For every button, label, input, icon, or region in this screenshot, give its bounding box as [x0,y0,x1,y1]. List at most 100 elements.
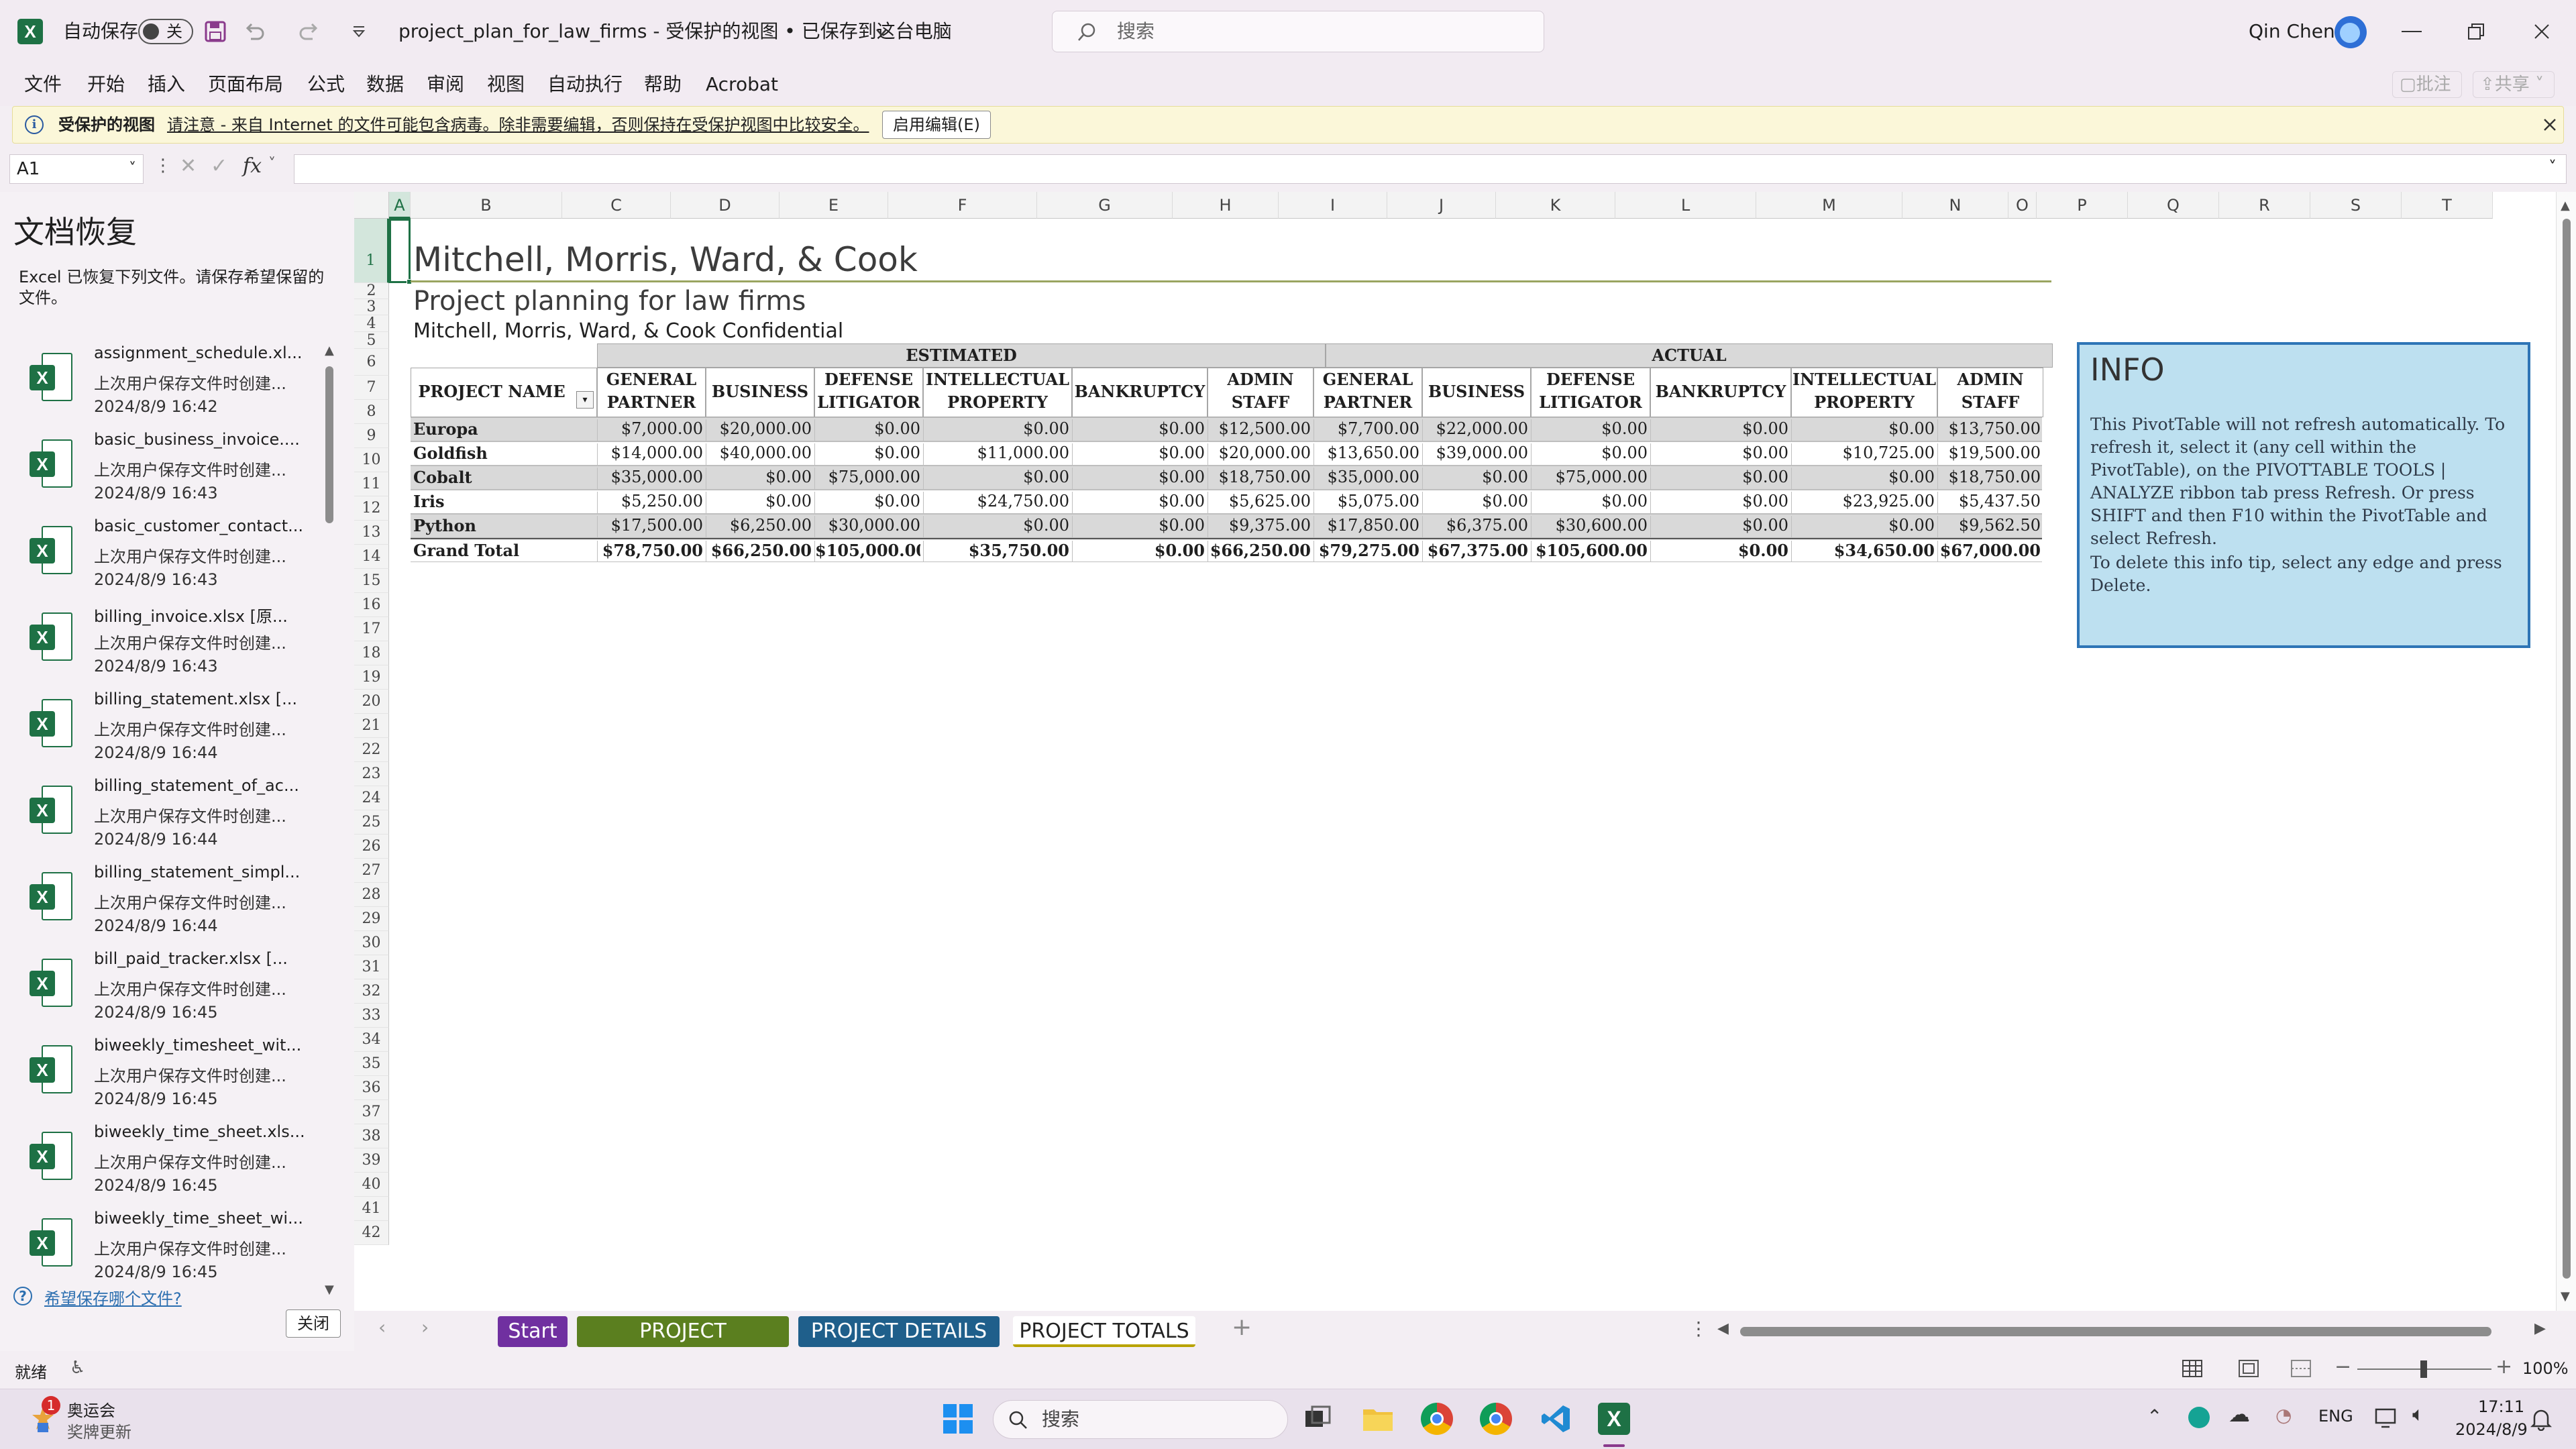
value-cell[interactable]: $0.00 [1072,419,1205,441]
autosave-toggle[interactable]: 关 [138,19,193,44]
row-header[interactable]: 21 [354,714,389,738]
row-header[interactable]: 13 [354,521,389,545]
enable-editing-button[interactable]: 启用编辑(E) [882,111,991,139]
value-cell[interactable]: $0.00 [1650,419,1788,441]
recovery-file-item[interactable]: X billing_statement.xlsx [... 上次用户保存文件时创… [0,687,322,773]
column-header[interactable]: E [780,192,888,219]
value-cell[interactable]: $12,500.00 [1208,419,1311,441]
zoom-slider[interactable] [2357,1360,2491,1378]
start-icon[interactable] [942,1403,974,1435]
value-cell[interactable]: $0.00 [1422,468,1528,489]
page-layout-icon[interactable] [2238,1359,2259,1378]
column-header[interactable]: H [1173,192,1279,219]
pivot-row[interactable]: Europa $7,000.00 $20,000.00 $0.00 $0.00 $0.00… [411,417,2042,441]
recovery-file-item[interactable]: X billing_invoice.xlsx [原... 上次用户保存文件时创建… [0,600,322,687]
row-header[interactable]: 20 [354,690,389,714]
row-header[interactable]: 31 [354,955,389,979]
row-header[interactable]: 37 [354,1100,389,1124]
recovery-file-item[interactable]: X biweekly_time_sheet_wi... 上次用户保存文件时创建.… [0,1206,322,1287]
name-box-chevron-icon[interactable]: ˅ [129,155,136,183]
title-chevron-icon[interactable] [873,24,890,40]
menu-insert[interactable]: 插入 [148,63,185,106]
scroll-down-icon[interactable]: ▼ [2561,1289,2570,1303]
value-cell[interactable]: $0.00 [1072,492,1205,513]
row-header[interactable]: 26 [354,835,389,859]
value-cell[interactable]: $22,000.00 [1422,419,1528,441]
expand-formula-icon[interactable]: ˅ [2548,158,2557,176]
value-cell[interactable]: $0.00 [1072,541,1205,562]
value-cell[interactable]: $20,000.00 [1208,443,1311,465]
column-header[interactable]: J [1387,192,1496,219]
value-cell[interactable]: $0.00 [1791,516,1935,537]
row-header[interactable]: 38 [354,1124,389,1148]
notification-bell-icon[interactable] [2530,1407,2552,1431]
value-cell[interactable]: $24,750.00 [923,492,1069,513]
pivot-column-header[interactable]: BUSINESS [706,368,814,417]
pivot-column-header[interactable]: INTELLECTUAL PROPERTY [1791,368,1937,417]
scroll-right-icon[interactable]: ▶ [2534,1320,2546,1337]
search-box[interactable]: 搜索 [1052,11,1544,52]
horizontal-scroll-thumb[interactable] [1740,1327,2491,1336]
value-cell[interactable]: $0.00 [1791,419,1935,441]
customize-toolbar-icon[interactable] [350,23,368,40]
value-cell[interactable]: $0.00 [1531,443,1648,465]
row-header[interactable]: 40 [354,1173,389,1197]
grand-total-row[interactable]: Grand Total $78,750.00 $66,250.00 $105,000.… [411,538,2042,562]
tray-app-icon[interactable]: ◔ [2275,1404,2292,1426]
insert-function-icon[interactable]: fx [243,154,262,178]
column-header[interactable]: L [1615,192,1756,219]
menu-help[interactable]: 帮助 [644,63,682,106]
value-cell[interactable]: $79,275.00 [1313,541,1419,562]
add-sheet-icon[interactable]: + [1232,1313,1252,1341]
row-header[interactable]: 6 [354,349,389,376]
value-cell[interactable]: $11,000.00 [923,443,1069,465]
value-cell[interactable]: $0.00 [1072,516,1205,537]
value-cell[interactable]: $0.00 [1650,541,1788,562]
cancel-entry-icon[interactable]: ✕ [180,154,197,178]
row-header[interactable]: 19 [354,665,389,690]
value-cell[interactable]: $30,000.00 [814,516,920,537]
row-header[interactable]: 23 [354,762,389,786]
value-cell[interactable]: $105,000.00 [814,541,920,562]
value-cell[interactable]: $66,250.00 [706,541,812,562]
vertical-scroll-thumb[interactable] [2563,219,2571,1279]
column-header[interactable]: M [1756,192,1902,219]
menu-page-layout[interactable]: 页面布局 [208,63,283,106]
project-name-cell[interactable]: Iris [413,492,596,511]
more-options-icon[interactable]: ⋮ [154,156,172,176]
project-name-header[interactable]: PROJECT NAME ▾ [411,368,597,417]
restore-icon[interactable] [2466,21,2486,42]
project-name-cell[interactable]: Python [413,516,596,535]
row-header[interactable]: 27 [354,859,389,883]
value-cell[interactable]: $20,000.00 [706,419,812,441]
pivot-column-header[interactable]: BANKRUPTCY [1072,368,1208,417]
onedrive-icon[interactable]: ☁ [2229,1401,2250,1427]
pivot-column-header[interactable]: BUSINESS [1422,368,1531,417]
zoom-thumb[interactable] [2420,1360,2427,1378]
column-header[interactable]: S [2310,192,2402,219]
vscode-icon[interactable] [1540,1403,1572,1435]
row-header[interactable]: 30 [354,931,389,955]
row-header[interactable]: 34 [354,1028,389,1052]
menu-data[interactable]: 数据 [366,63,404,106]
row-header[interactable]: 28 [354,883,389,907]
scroll-up-icon[interactable]: ▲ [2561,199,2570,213]
menu-home[interactable]: 开始 [87,63,125,106]
row-header[interactable]: 18 [354,641,389,665]
close-infobar-icon[interactable] [2542,117,2558,133]
row-header[interactable]: 4 [354,315,389,332]
row-header[interactable]: 32 [354,979,389,1004]
task-view-icon[interactable] [1303,1404,1332,1434]
value-cell[interactable]: $13,750.00 [1937,419,2041,441]
sheet-tab[interactable]: PROJECT PARAMETERS [577,1316,789,1374]
pivot-row[interactable]: Cobalt $35,000.00 $0.00 $75,000.00 $0.00 $0.0… [411,466,2042,490]
recovery-file-item[interactable]: X bill_paid_tracker.xlsx [... 上次用户保存文件时创… [0,947,322,1033]
value-cell[interactable]: $14,000.00 [597,443,703,465]
value-cell[interactable]: $23,925.00 [1791,492,1935,513]
normal-view-icon[interactable] [2182,1359,2203,1378]
row-header[interactable]: 36 [354,1076,389,1100]
avatar[interactable] [2334,16,2367,48]
pivot-column-header[interactable]: ADMIN STAFF [1937,368,2043,417]
vertical-scrollbar[interactable]: ▲ ▼ [2556,192,2576,1311]
value-cell[interactable]: $0.00 [923,419,1069,441]
